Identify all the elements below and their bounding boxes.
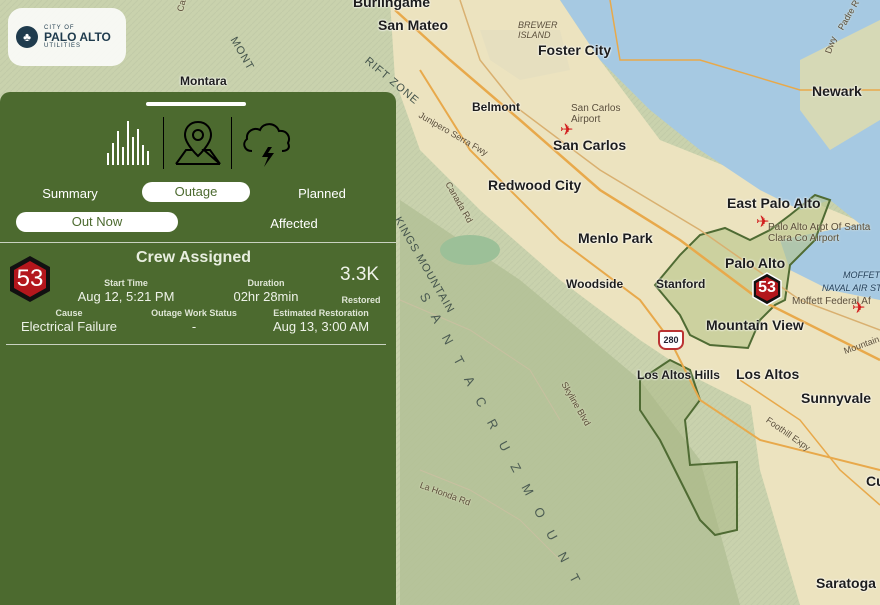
- map-label-menlo-park: Menlo Park: [578, 230, 653, 246]
- chart-bars-icon: [106, 121, 149, 165]
- map-label-san-carlos-airport: San Carlos Airport: [571, 103, 621, 125]
- cause-label: Cause: [55, 308, 83, 318]
- map-label-naval-air: NAVAL AIR STA: [822, 283, 880, 293]
- duration-label: Duration: [247, 278, 285, 288]
- duration-value: 02hr 28min: [233, 289, 299, 304]
- outage-map-marker[interactable]: 53: [750, 272, 784, 306]
- outage-badge-number: 53: [16, 265, 44, 292]
- storm-cloud-icon: [243, 123, 290, 167]
- outage-marker-count: 53: [758, 279, 776, 296]
- subtab-out-now[interactable]: Out Now: [16, 212, 178, 232]
- map-label-montara: Montara: [180, 74, 227, 88]
- tab-planned[interactable]: Planned: [282, 184, 362, 204]
- start-time-label: Start Time: [104, 278, 148, 288]
- tab-summary[interactable]: Summary: [30, 184, 110, 204]
- map-label-newark: Newark: [812, 83, 862, 99]
- map-label-los-altos-hills: Los Altos Hills: [637, 368, 720, 382]
- airport-icon: ✈: [756, 214, 770, 231]
- map-label-mountain-view: Mountain View: [706, 317, 804, 333]
- map-label-redwood-city: Redwood City: [488, 177, 582, 193]
- panel-divider: [0, 242, 396, 243]
- tab-outage[interactable]: Outage: [142, 182, 250, 202]
- airport-icon: ✈: [560, 122, 574, 139]
- airport-icon: ✈: [852, 300, 866, 317]
- map-tab[interactable]: [164, 117, 232, 169]
- start-time-value: Aug 12, 5:21 PM: [77, 289, 175, 304]
- map-pin-icon: [174, 120, 221, 165]
- outage-panel: Summary Outage Planned Out Now Affected …: [0, 92, 396, 605]
- map-label-brewer-island: BREWER ISLAND: [518, 20, 558, 40]
- weather-tab[interactable]: [232, 117, 300, 169]
- subtab-affected[interactable]: Affected: [254, 214, 334, 234]
- map-label-moffett: MOFFETT: [843, 270, 880, 280]
- work-status-value: -: [191, 319, 197, 334]
- summary-chart-tab[interactable]: [96, 117, 164, 169]
- outage-count-badge: 53: [6, 255, 54, 303]
- map-label-san-mateo: San Mateo: [378, 17, 449, 33]
- panel-icon-tabs: [96, 117, 300, 169]
- restored-label: Restored: [341, 295, 381, 305]
- map-label-palo-alto-airport: Palo Alto Arpt Of Santa Clara Co Airport: [768, 222, 871, 244]
- card-divider: [6, 344, 386, 345]
- map-label-los-altos: Los Altos: [736, 366, 800, 382]
- map-label-saratoga: Saratoga: [816, 575, 876, 591]
- panel-drag-handle[interactable]: [146, 102, 246, 106]
- estimated-restoration-value: Aug 13, 3:00 AM: [272, 319, 370, 334]
- interstate-shield-icon: 280: [658, 330, 684, 350]
- map-label-palo-alto: Palo Alto: [725, 255, 786, 271]
- map-label-woodside: Woodside: [566, 277, 624, 291]
- work-status-label: Outage Work Status: [151, 308, 237, 318]
- estimated-restoration-label: Estimated Restoration: [273, 308, 369, 318]
- outage-status-title: Crew Assigned: [136, 249, 251, 266]
- map-label-belmont: Belmont: [472, 100, 520, 114]
- map-label-burlingame: Burlingame: [353, 0, 431, 10]
- map-label-cu: Cu: [866, 473, 880, 489]
- map-label-sunnyvale: Sunnyvale: [801, 390, 872, 406]
- tree-logo-icon: ♣: [16, 26, 38, 48]
- logo-name: PALO ALTO: [44, 30, 111, 44]
- restored-count: 3.3K: [340, 264, 380, 285]
- palo-alto-utilities-logo[interactable]: ♣ CITY OF PALO ALTO UTILITIES: [8, 8, 126, 66]
- cause-value: Electrical Failure: [20, 319, 118, 334]
- map-label-east-palo-alto: East Palo Alto: [727, 195, 821, 211]
- map-label-stanford: Stanford: [656, 277, 706, 291]
- map-label-foster-city: Foster City: [538, 42, 612, 58]
- interstate-number: 280: [663, 335, 679, 345]
